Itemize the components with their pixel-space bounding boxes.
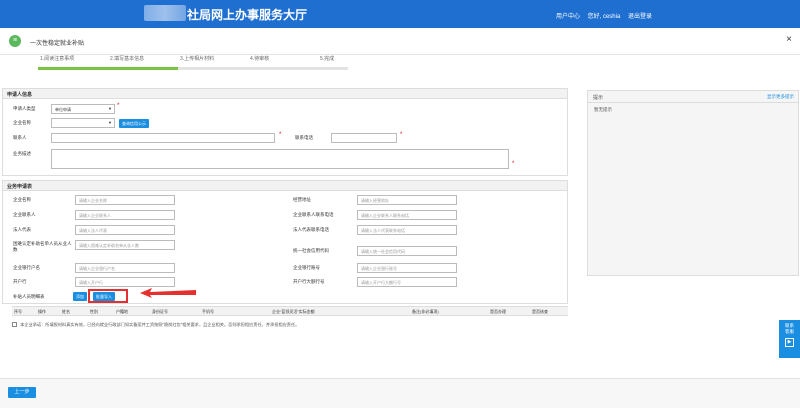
tips-toggle-link[interactable]: 显示更多提示: [767, 94, 794, 100]
table-column-header: 是否办理: [490, 309, 506, 314]
field-label: 开户行大额行号: [293, 279, 325, 284]
legal-rep-input[interactable]: 请输入法人代表: [75, 225, 175, 235]
annotation-arrow-icon: [140, 288, 196, 298]
step-4: 4.待审核: [250, 56, 270, 62]
form-title: 一次性稳定就业补贴: [30, 41, 85, 47]
agreement-checkbox[interactable]: [12, 322, 17, 328]
tips-title: 提示: [593, 95, 604, 101]
close-icon[interactable]: ×: [786, 34, 792, 45]
agreement-text: 本企业承诺：所填报材料真实有效，已经向就业行政部门如实备案并工资按照“稳岗红包”…: [20, 322, 300, 327]
user-center-link[interactable]: 用户中心: [556, 14, 580, 20]
prev-step-button[interactable]: 上一步: [8, 387, 36, 398]
business-section-title: 业务申请表: [3, 181, 567, 191]
table-column-header: 户籍地: [116, 309, 128, 314]
step-2-bar: [108, 67, 178, 70]
table-column-header: 姓名: [62, 309, 70, 314]
top-header: 社局网上办事服务大厅 用户中心 您好, ceshia 退出登录: [0, 0, 800, 28]
field-label: 企业联系人联系电话: [293, 212, 334, 217]
tips-content: 暂无提示: [594, 107, 612, 112]
tips-panel: 提示 显示更多提示 暂无提示: [587, 90, 799, 276]
business-panel: 业务申请表 企业名称 请输入企业名称 经营地址 请输入经营地址 企业联系人 请输…: [2, 180, 568, 304]
required-mark: *: [400, 132, 403, 138]
required-mark: *: [279, 132, 282, 138]
step-3-bar: [178, 67, 248, 70]
step-progress: 1.阅读注意事项 2.填写基本信息 3.上传相片材料 4.待审核 5.完成: [38, 55, 350, 71]
step-5-bar: [318, 67, 348, 70]
contact-label: 联系人: [13, 135, 27, 140]
business-address-input[interactable]: 请输入经营地址: [357, 195, 457, 205]
required-mark: *: [117, 103, 120, 109]
phone-label: 联系电话: [295, 135, 313, 140]
company-contact-input[interactable]: 请输入企业联系人: [75, 210, 175, 220]
step-1-bar: [38, 67, 108, 70]
user-greeting: 您好, ceshia: [587, 14, 621, 20]
field-label: 企业名称: [13, 197, 31, 202]
table-column-header: 序号: [14, 309, 22, 314]
applicant-type-select[interactable]: 单位申请 ▼: [51, 104, 115, 114]
table-column-header: 手机号: [202, 309, 214, 314]
field-label: 法人代表联系电话: [293, 227, 329, 232]
applicant-type-label: 申请人类型: [13, 106, 36, 111]
subsidy-detail-label: 补贴人员明细表: [13, 294, 45, 299]
step-5: 5.完成: [320, 56, 335, 62]
side-tab-label-2: 客服: [785, 329, 794, 334]
phone-input[interactable]: [331, 133, 397, 143]
table-column-header: 是否核查: [532, 309, 548, 314]
company-name-select[interactable]: ▼: [51, 118, 115, 128]
table-column-header: 性别: [90, 309, 98, 314]
annotation-highlight-box: [88, 289, 128, 303]
field-label: 经营地址: [293, 197, 311, 202]
site-title: 社局网上办事服务大厅: [187, 8, 308, 22]
footer-bar: 上一步: [0, 378, 800, 408]
table-column-header: 身份证号: [152, 309, 168, 314]
blurred-brand-logo: [144, 5, 186, 21]
bank-account-number-input[interactable]: 请输入企业银行账号: [357, 263, 457, 273]
field-label: 统一社会信用代码: [293, 248, 329, 253]
form-titlebar: ≡ 一次性稳定就业补贴 ×: [0, 28, 800, 55]
table-column-header: 企业“蓝领灵活”实际金额: [272, 309, 315, 314]
field-label: 企业银行账号: [293, 265, 320, 270]
header-user-links: 用户中心 您好, ceshia 退出登录: [550, 11, 652, 20]
add-button[interactable]: 添加: [73, 292, 87, 301]
chevron-down-icon: ▼: [108, 120, 112, 125]
field-label: 企业联系人: [13, 212, 36, 217]
field-label: 法人代表: [13, 227, 31, 232]
tips-header: 提示 显示更多提示: [588, 91, 798, 103]
table-column-header: 备注(非必填项): [412, 309, 439, 314]
customer-service-tab[interactable]: 联系 客服 ▶: [779, 320, 800, 358]
applicant-section-title: 申请人信息: [3, 89, 567, 99]
bank-branch-code-input[interactable]: 请输入开户行大额行号: [357, 277, 457, 287]
form-icon: ≡: [9, 35, 21, 47]
field-label: 企业银行户名: [13, 265, 40, 270]
subsidy-table-header: 序号 操作 姓名 性别 户籍地 身份证号 手机号 企业“蓝领灵活”实际金额 备注…: [12, 306, 568, 316]
credit-query-button[interactable]: 查询信用公示: [119, 119, 149, 128]
chevron-down-icon: ▼: [108, 106, 112, 111]
step-4-bar: [248, 67, 318, 70]
table-column-header: 操作: [38, 309, 46, 314]
business-desc-label: 业务描述: [13, 151, 31, 156]
contact-input[interactable]: [51, 133, 275, 143]
required-mark: *: [512, 161, 515, 167]
step-3: 3.上传相片材料: [180, 56, 215, 62]
agreement-row: 本企业承诺：所填报材料真实有效，已经向就业行政部门如实备案并工资按照“稳岗红包”…: [12, 322, 299, 328]
field-label: 困难认定补助名单人员从业人数: [13, 241, 72, 252]
logout-link[interactable]: 退出登录: [628, 14, 652, 20]
step-2: 2.填写基本信息: [110, 56, 145, 62]
legal-rep-phone-input[interactable]: 请输入法人代表联系电话: [357, 225, 457, 235]
step-1: 1.阅读注意事项: [40, 56, 75, 62]
play-icon: ▶: [785, 338, 794, 347]
applicant-panel: 申请人信息 申请人类型 单位申请 ▼ * 企业名称 ▼ 查询信用公示 联系人 *…: [2, 88, 568, 176]
bank-account-name-input[interactable]: 请输入企业银行户名: [75, 263, 175, 273]
company-contact-phone-input[interactable]: 请输入企业联系人联系电话: [357, 210, 457, 220]
company-name-label: 企业名称: [13, 120, 31, 125]
applicant-type-value: 单位申请: [55, 107, 71, 112]
employee-count-input[interactable]: 请输入困难认定补助名单从业人数: [75, 240, 175, 250]
field-label: 开户行: [13, 279, 27, 284]
business-desc-textarea[interactable]: [51, 149, 509, 169]
company-name-input[interactable]: 请输入企业名称: [75, 195, 175, 205]
credit-code-input[interactable]: 请输入统一社会信用代码: [357, 246, 457, 256]
